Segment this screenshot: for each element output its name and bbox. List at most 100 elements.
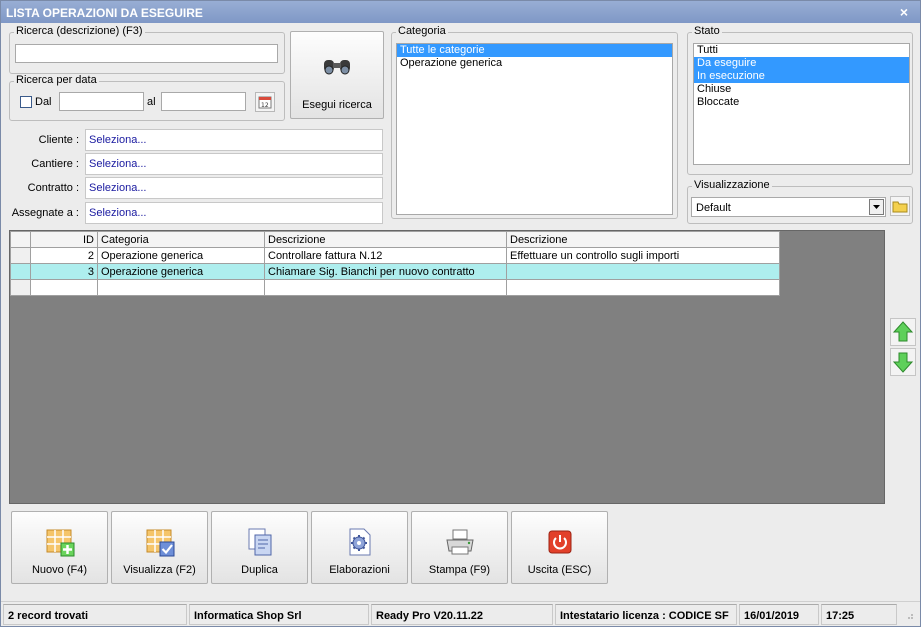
binoculars-icon bbox=[321, 54, 353, 81]
category-item[interactable]: Operazione generica bbox=[397, 57, 672, 70]
state-list[interactable]: Tutti Da eseguire In esecuzione Chiuse B… bbox=[693, 43, 910, 165]
state-item[interactable]: Tutti bbox=[694, 44, 909, 57]
category-group: Categoria Tutte le categorie Operazione … bbox=[391, 25, 678, 219]
arrow-down-icon bbox=[892, 352, 914, 373]
cell-category: Operazione generica bbox=[97, 247, 265, 264]
state-item[interactable]: In esecuzione bbox=[694, 70, 909, 83]
cell-description: Controllare fattura N.12 bbox=[264, 247, 507, 264]
duplicate-label: Duplica bbox=[241, 564, 278, 576]
row-selector[interactable] bbox=[10, 279, 31, 296]
cell-category: Operazione generica bbox=[97, 263, 265, 280]
contract-lookup[interactable]: Seleziona... bbox=[85, 177, 383, 199]
folder-icon[interactable] bbox=[890, 196, 910, 216]
calendar-icon[interactable]: 12 bbox=[255, 92, 275, 112]
power-icon bbox=[547, 529, 573, 558]
view-label: Visualizza (F2) bbox=[123, 564, 196, 576]
from-date-input[interactable] bbox=[59, 92, 144, 111]
filter-label-assegnate: Assegnate a : bbox=[11, 207, 79, 219]
resize-grip-icon[interactable] bbox=[904, 610, 914, 620]
svg-text:12: 12 bbox=[261, 102, 269, 109]
from-date-label: Dal bbox=[35, 96, 52, 108]
duplicate-button[interactable]: Duplica bbox=[211, 511, 308, 584]
state-item[interactable]: Bloccate bbox=[694, 96, 909, 109]
status-time: 17:25 bbox=[821, 604, 897, 625]
print-button[interactable]: Stampa (F9) bbox=[411, 511, 508, 584]
column-header-description-2[interactable]: Descrizione bbox=[506, 231, 780, 248]
grid-corner bbox=[10, 231, 31, 248]
site-lookup[interactable]: Seleziona... bbox=[85, 153, 383, 175]
date-search-group-label: Ricerca per data bbox=[14, 74, 99, 86]
category-item[interactable]: Tutte le categorie bbox=[397, 44, 672, 57]
table-row[interactable]: 3 Operazione generica Chiamare Sig. Bian… bbox=[10, 263, 780, 280]
title-bar: LISTA OPERAZIONI DA ESEGUIRE × bbox=[1, 1, 920, 23]
cell-empty bbox=[264, 279, 507, 296]
to-date-input[interactable] bbox=[161, 92, 246, 111]
new-label: Nuovo (F4) bbox=[31, 564, 88, 576]
view-select[interactable]: Default bbox=[691, 197, 886, 217]
cell-id: 3 bbox=[30, 263, 98, 280]
window-title: LISTA OPERAZIONI DA ESEGUIRE bbox=[6, 6, 203, 20]
filter-label-cliente: Cliente : bbox=[38, 134, 79, 146]
printer-icon bbox=[444, 526, 476, 561]
table-row-empty[interactable] bbox=[10, 279, 780, 296]
view-select-value: Default bbox=[696, 202, 731, 214]
run-search-button[interactable]: Esegui ricerca bbox=[290, 31, 384, 119]
cell-description: Chiamare Sig. Bianchi per nuovo contratt… bbox=[264, 263, 507, 280]
column-header-id[interactable]: ID bbox=[30, 231, 98, 248]
operations-grid[interactable]: ID Categoria Descrizione Descrizione 2 O… bbox=[9, 230, 885, 504]
status-date: 16/01/2019 bbox=[739, 604, 819, 625]
state-group-label: Stato bbox=[692, 25, 722, 37]
search-group: Ricerca (descrizione) (F3) bbox=[9, 25, 285, 74]
close-icon[interactable]: × bbox=[900, 4, 908, 20]
duplicate-icon bbox=[244, 526, 276, 561]
status-bar: 2 record trovati Informatica Shop Srl Re… bbox=[1, 601, 920, 626]
column-header-category[interactable]: Categoria bbox=[97, 231, 265, 248]
move-up-button[interactable] bbox=[890, 318, 916, 346]
cell-empty bbox=[97, 279, 265, 296]
search-input[interactable] bbox=[15, 44, 278, 63]
cell-empty bbox=[30, 279, 98, 296]
state-item[interactable]: Da eseguire bbox=[694, 57, 909, 70]
view-group: Visualizzazione Default bbox=[687, 179, 913, 224]
gear-document-icon bbox=[344, 526, 376, 561]
row-selector[interactable] bbox=[10, 263, 31, 280]
view-grid-icon bbox=[144, 526, 176, 561]
date-search-group: Ricerca per data Dal al 12 bbox=[9, 74, 285, 121]
add-grid-icon bbox=[44, 526, 76, 561]
exit-button[interactable]: Uscita (ESC) bbox=[511, 511, 608, 584]
status-version: Ready Pro V20.11.22 bbox=[371, 604, 553, 625]
customer-lookup[interactable]: Seleziona... bbox=[85, 129, 383, 151]
run-search-label: Esegui ricerca bbox=[302, 99, 372, 111]
process-button[interactable]: Elaborazioni bbox=[311, 511, 408, 584]
move-down-button[interactable] bbox=[890, 348, 916, 376]
print-label: Stampa (F9) bbox=[428, 564, 491, 576]
status-license: Intestatario licenza : CODICE SF bbox=[555, 604, 737, 625]
filter-label-contratto: Contratto : bbox=[27, 182, 79, 194]
main-window: LISTA OPERAZIONI DA ESEGUIRE × Ricerca (… bbox=[0, 0, 921, 627]
cell-description-2 bbox=[506, 263, 780, 280]
state-item[interactable]: Chiuse bbox=[694, 83, 909, 96]
exit-label: Uscita (ESC) bbox=[527, 564, 592, 576]
process-label: Elaborazioni bbox=[329, 564, 390, 576]
chevron-down-icon[interactable] bbox=[869, 199, 884, 215]
arrow-up-icon bbox=[892, 321, 914, 342]
state-group: Stato Tutti Da eseguire In esecuzione Ch… bbox=[687, 25, 913, 175]
column-header-description[interactable]: Descrizione bbox=[264, 231, 507, 248]
cell-description-2: Effettuare un controllo sugli importi bbox=[506, 247, 780, 264]
cell-id: 2 bbox=[30, 247, 98, 264]
view-group-label: Visualizzazione bbox=[692, 179, 772, 191]
new-button[interactable]: Nuovo (F4) bbox=[11, 511, 108, 584]
row-selector[interactable] bbox=[10, 247, 31, 264]
assignee-lookup[interactable]: Seleziona... bbox=[85, 202, 383, 224]
to-date-label: al bbox=[147, 96, 156, 108]
from-date-checkbox[interactable] bbox=[20, 96, 32, 108]
category-group-label: Categoria bbox=[396, 25, 448, 37]
status-company: Informatica Shop Srl bbox=[189, 604, 369, 625]
table-row[interactable]: 2 Operazione generica Controllare fattur… bbox=[10, 247, 780, 264]
cell-empty bbox=[506, 279, 780, 296]
category-list[interactable]: Tutte le categorie Operazione generica bbox=[396, 43, 673, 215]
filter-label-cantiere: Cantiere : bbox=[31, 158, 79, 170]
operations-table: ID Categoria Descrizione Descrizione 2 O… bbox=[10, 231, 780, 296]
view-button[interactable]: Visualizza (F2) bbox=[111, 511, 208, 584]
status-records: 2 record trovati bbox=[3, 604, 187, 625]
